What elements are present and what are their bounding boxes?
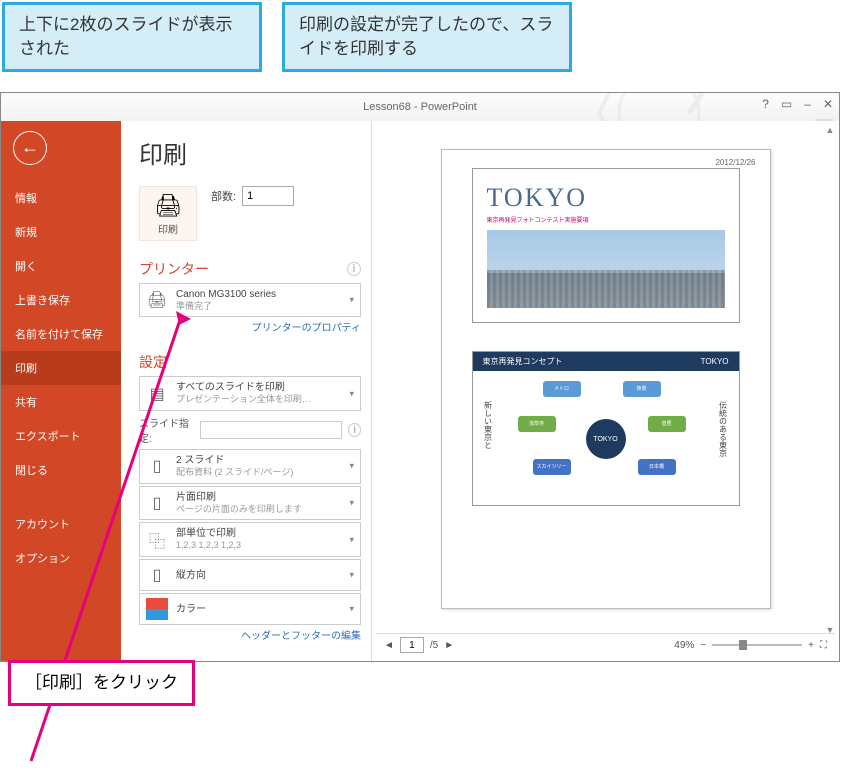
- sidebar-item-saveas[interactable]: 名前を付けて保存: [1, 317, 121, 351]
- zoom-out-button[interactable]: −: [700, 640, 706, 651]
- preview-date: 2012/12/26: [715, 158, 755, 167]
- portrait-icon: ▯: [146, 564, 168, 586]
- print-range-dropdown[interactable]: ▤ すべてのスライドを印刷 プレゼンテーション全体を印刷…: [139, 376, 361, 411]
- powerpoint-backstage: Lesson68 - PowerPoint ? ▭ – ✕ 井上香緒里 ▾ ← …: [0, 92, 840, 662]
- collate-sub: 1,2,3 1,2,3 1,2,3: [176, 540, 241, 552]
- collate-icon: ⿻: [146, 529, 168, 551]
- print-range-sub: プレゼンテーション全体を印刷…: [176, 394, 311, 406]
- sidebar-item-open[interactable]: 開く: [1, 249, 121, 283]
- slide2-node: スカイツリー: [533, 459, 571, 475]
- close-button[interactable]: ✕: [823, 97, 833, 111]
- printer-icon: 🖨: [144, 193, 192, 219]
- slide1-title: TOKYO: [473, 169, 739, 215]
- slide2-diagram: 新しい東京と 伝統のある東京 TOKYO メトロ 夜景 浅草寺 皇居 スカイツリ…: [473, 371, 739, 489]
- sidebar-item-share[interactable]: 共有: [1, 385, 121, 419]
- preview-footer: ◄ /5 ► 49% − + ⛶: [376, 633, 835, 657]
- print-range-title: すべてのスライドを印刷: [176, 381, 311, 394]
- slide-range-label: スライド指定:: [139, 415, 194, 445]
- layout-icon: ▯: [146, 455, 168, 477]
- page-icon: ▯: [146, 492, 168, 514]
- zoom-value: 49%: [674, 640, 694, 651]
- info-icon[interactable]: i: [348, 423, 361, 437]
- print-settings-panel: 印刷 🖨 印刷 部数: プリンター i 🖨 Canon MG3100 serie…: [121, 121, 371, 661]
- zoom-slider[interactable]: [712, 644, 802, 646]
- back-button[interactable]: ←: [13, 131, 47, 165]
- preview-scroll-down[interactable]: ▼: [823, 623, 837, 637]
- color-dropdown[interactable]: カラー: [139, 593, 361, 625]
- print-preview-panel: ▲ 2012/12/26 TOKYO 東京再発見フォトコンテスト実施要項 東京再…: [371, 121, 839, 661]
- printer-dropdown[interactable]: 🖨 Canon MG3100 series 準備完了: [139, 283, 361, 318]
- printer-name: Canon MG3100 series: [176, 288, 276, 301]
- orientation-dropdown[interactable]: ▯ 縦方向: [139, 559, 361, 591]
- layout-dropdown[interactable]: ▯ 2 スライド 配布資料 (2 スライド/ページ): [139, 449, 361, 484]
- slides-icon: ▤: [146, 383, 168, 405]
- next-page-button[interactable]: ►: [444, 640, 454, 651]
- prev-page-button[interactable]: ◄: [384, 640, 394, 651]
- sidebar-item-save[interactable]: 上書き保存: [1, 283, 121, 317]
- printer-properties-link[interactable]: プリンターのプロパティ: [139, 319, 361, 334]
- sides-dropdown[interactable]: ▯ 片面印刷 ページの片面のみを印刷します: [139, 486, 361, 521]
- page-title: 印刷: [139, 135, 361, 170]
- print-button-label: 印刷: [144, 221, 192, 236]
- page-total: /5: [430, 640, 438, 651]
- collate-title: 部単位で印刷: [176, 527, 241, 540]
- slide1-subtitle: 東京再発見フォトコンテスト実施要項: [473, 215, 739, 230]
- title-bar: Lesson68 - PowerPoint ? ▭ – ✕: [1, 93, 839, 121]
- minimize-button[interactable]: –: [804, 97, 811, 111]
- copies-input[interactable]: [242, 186, 294, 206]
- layout-title: 2 スライド: [176, 454, 293, 467]
- collate-dropdown[interactable]: ⿻ 部単位で印刷 1,2,3 1,2,3 1,2,3: [139, 522, 361, 557]
- sides-sub: ページの片面のみを印刷します: [176, 504, 302, 516]
- slide2-bar-title: 東京再発見コンセプト: [483, 356, 563, 367]
- printer-heading: プリンター: [139, 259, 209, 279]
- slide2-node: 皇居: [648, 416, 686, 432]
- fit-to-window-button[interactable]: ⛶: [820, 640, 827, 651]
- slide-range-input[interactable]: [200, 421, 342, 439]
- slide2-logo: TOKYO: [701, 357, 729, 366]
- color-icon: [146, 598, 168, 620]
- annotation-arrow-label: ［印刷］をクリック: [8, 660, 195, 706]
- sidebar-item-close[interactable]: 閉じる: [1, 453, 121, 487]
- slide2-node: 夜景: [623, 381, 661, 397]
- copies-label: 部数:: [211, 188, 236, 204]
- ribbon-collapse-button[interactable]: ▭: [781, 97, 792, 111]
- annotation-1: 上下に2枚のスライドが表示された: [2, 2, 262, 72]
- slide2-center-node: TOKYO: [586, 419, 626, 459]
- print-button[interactable]: 🖨 印刷: [139, 186, 197, 241]
- header-footer-link[interactable]: ヘッダーとフッターの編集: [139, 627, 361, 642]
- settings-heading: 設定: [139, 352, 167, 372]
- color-title: カラー: [176, 603, 206, 616]
- printer-icon: 🖨: [146, 289, 168, 311]
- preview-page: 2012/12/26 TOKYO 東京再発見フォトコンテスト実施要項 東京再発見…: [441, 149, 771, 609]
- printer-status: 準備完了: [176, 301, 276, 313]
- sidebar-item-new[interactable]: 新規: [1, 215, 121, 249]
- sidebar-item-options[interactable]: オプション: [1, 541, 121, 575]
- slide-thumbnail-2: 東京再発見コンセプト TOKYO 新しい東京と 伝統のある東京 TOKYO メト…: [472, 351, 740, 506]
- layout-sub: 配布資料 (2 スライド/ページ): [176, 467, 293, 479]
- slide2-right-text: 伝統のある東京: [718, 401, 729, 457]
- slide2-node: メトロ: [543, 381, 581, 397]
- zoom-in-button[interactable]: +: [808, 640, 814, 651]
- sidebar-item-export[interactable]: エクスポート: [1, 419, 121, 453]
- annotation-2: 印刷の設定が完了したので、スライドを印刷する: [282, 2, 572, 72]
- sidebar-item-print[interactable]: 印刷: [1, 351, 121, 385]
- info-icon[interactable]: i: [347, 262, 361, 276]
- sides-title: 片面印刷: [176, 491, 302, 504]
- preview-area: 2012/12/26 TOKYO 東京再発見フォトコンテスト実施要項 東京再発見…: [376, 125, 835, 633]
- slide-thumbnail-1: TOKYO 東京再発見フォトコンテスト実施要項: [472, 168, 740, 323]
- slide1-image: [487, 230, 725, 308]
- sidebar-item-account[interactable]: アカウント: [1, 507, 121, 541]
- orientation-title: 縦方向: [176, 569, 206, 582]
- window-title: Lesson68 - PowerPoint: [363, 101, 477, 113]
- sidebar-item-info[interactable]: 情報: [1, 181, 121, 215]
- slide2-node: 浅草寺: [518, 416, 556, 432]
- slide2-left-text: 新しい東京と: [483, 401, 494, 449]
- slide2-node: 日本橋: [638, 459, 676, 475]
- page-input[interactable]: [400, 637, 424, 653]
- backstage-sidebar: ← 情報 新規 開く 上書き保存 名前を付けて保存 印刷 共有 エクスポート 閉…: [1, 121, 121, 661]
- help-button[interactable]: ?: [762, 97, 769, 111]
